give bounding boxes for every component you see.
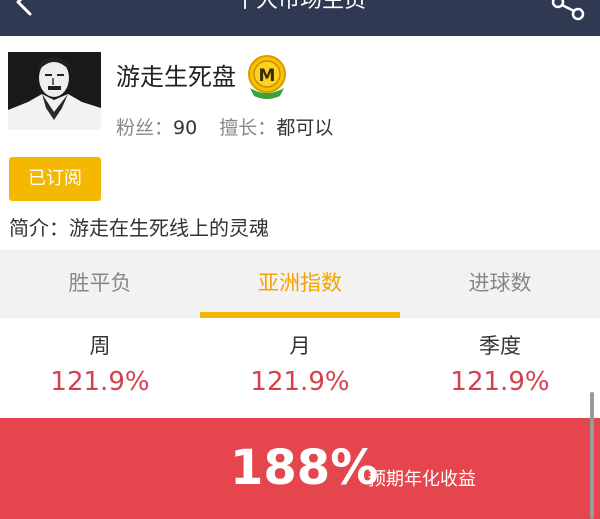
fans-label: 粉丝： [116,117,174,139]
expert-intro: 简介：游走在生死线上的灵魂 [9,214,269,242]
stat-value: 121.9% [450,367,550,397]
scrollbar-thumb[interactable] [590,392,594,519]
medal-badge-icon: M [246,54,288,100]
stat-week: 周 121.9% [0,318,200,418]
specialty-value: 都可以 [276,117,334,139]
tab-asian-handicap[interactable]: 亚洲指数 [200,250,400,318]
page-title: 十大市场主员 [233,0,366,13]
top-nav-bar: 十大市场主员 [0,0,600,36]
stat-label: 季度 [479,334,521,358]
return-stats: 周 121.9% 月 121.9% 季度 121.9% [0,318,600,418]
stat-label: 月 [289,334,311,358]
stat-label: 周 [89,334,111,358]
subscribe-button[interactable]: 已订阅 [9,157,101,201]
fans-count: 90 [173,117,198,139]
stat-month: 月 121.9% [200,318,400,418]
annualized-return-value: 188% [230,440,379,496]
intro-label: 简介： [9,216,69,240]
tab-total-goals[interactable]: 进球数 [400,250,600,318]
svg-text:M: M [259,66,276,86]
annualized-return-banner: 188% 预期年化收益 [0,418,600,519]
avatar [8,52,101,130]
tab-win-draw-lose[interactable]: 胜平负 [0,250,200,318]
stat-value: 121.9% [250,367,350,397]
specialty-label: 擅长： [219,117,277,139]
annualized-return-caption: 预期年化收益 [368,469,476,490]
stat-quarter: 季度 121.9% [400,318,600,418]
category-tabs: 胜平负 亚洲指数 进球数 [0,250,600,318]
expert-profile: 游走生死盘 M 粉丝：90 擅长：都可以 已订阅 简介：游走在生死线上的灵魂 [0,36,600,250]
expert-stats: 粉丝：90 擅长：都可以 [116,114,333,142]
intro-text: 游走在生死线上的灵魂 [69,216,269,240]
expert-name: 游走生死盘 [116,63,236,91]
stat-value: 121.9% [50,367,150,397]
share-icon[interactable] [550,0,586,24]
